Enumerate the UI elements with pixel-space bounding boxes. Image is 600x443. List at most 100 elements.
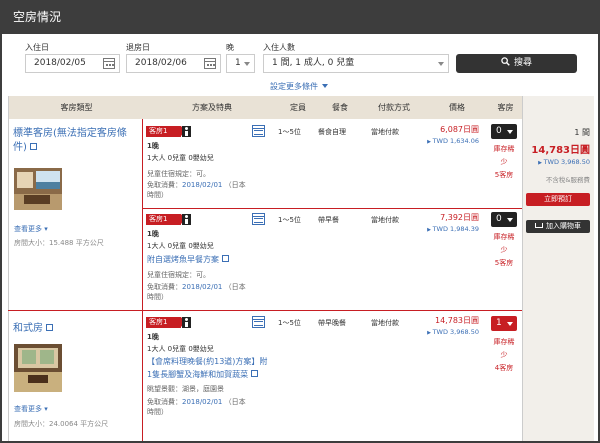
room-photo[interactable]	[14, 344, 62, 392]
total-price: 14,783日圓	[531, 145, 590, 156]
add-to-cart-label: 加入購物車	[546, 222, 581, 230]
plan-column-divider	[142, 119, 143, 441]
stock-rare-line2: 少	[500, 246, 508, 254]
calendar-grid-icon[interactable]	[252, 213, 265, 225]
checkout-value: 2018/02/06	[135, 58, 187, 68]
plan-payment: 當地付款	[371, 128, 399, 136]
stock-rare-line1: 庫存稀	[493, 233, 515, 241]
plan-guests: 1大人 0兒童 0嬰幼兒	[147, 345, 214, 353]
room-quantity-select[interactable]: 0	[491, 124, 517, 139]
stock-rare-line2: 少	[500, 158, 508, 166]
book-now-button[interactable]: 立即預訂	[526, 193, 590, 206]
search-icon	[501, 57, 510, 66]
guests-label: 入住人數	[263, 43, 295, 52]
stock-remaining: 5客房	[494, 171, 514, 179]
plan-name-link[interactable]: 1隻長腳蟹及海鮮和加賀蔬菜	[147, 369, 259, 380]
plan-name-link[interactable]: 附自選烤魚早餐方案	[147, 254, 229, 265]
plan-price: 14,783日圓	[435, 316, 479, 325]
nights-label: 晚	[226, 43, 234, 52]
room-name-link[interactable]: 和式房	[13, 322, 139, 336]
plan-price-twd-value: TWD 1,984.39	[432, 225, 479, 233]
see-more-link[interactable]: 查看更多 ▾	[14, 404, 48, 414]
plan-price-twd-value: TWD 3,968.50	[432, 328, 479, 336]
stock-rare-line2: 少	[500, 351, 508, 359]
child-policy: 兒童住宿規定：可。	[147, 271, 210, 279]
external-link-icon	[29, 143, 37, 150]
more-conditions-link[interactable]: 設定更多條件	[270, 81, 328, 92]
plan-capacity: 1～5位	[278, 319, 301, 327]
free-cancel: 免取消費：2018/02/01 （日本時間）	[147, 180, 247, 200]
plan-name-link[interactable]: 【會席料理晚餐(約13道)方案】附	[147, 356, 267, 367]
search-button[interactable]: 搜尋	[456, 54, 577, 73]
tax-note: 不含稅&服務費	[545, 176, 590, 184]
plan-name-text: 附自選烤魚早餐方案	[147, 255, 219, 264]
checkin-label: 入住日	[25, 43, 49, 52]
child-policy: 兒童住宿規定：可。	[147, 170, 210, 178]
page-frame: 空房情況 入住日 2018/02/05 退房日 2018/02/06 晚 1 入…	[0, 0, 600, 443]
add-to-cart-button[interactable]: 加入購物車	[526, 220, 590, 233]
plan-nights: 1晚	[147, 333, 159, 341]
plan-payment: 當地付款	[371, 216, 399, 224]
plan-capacity: 1～5位	[278, 216, 301, 224]
room-name-text: 和式房	[13, 323, 43, 334]
calendar-icon[interactable]	[204, 58, 216, 69]
checkin-field[interactable]: 2018/02/05	[25, 54, 120, 73]
room-badge: 客房1	[146, 126, 185, 137]
col-header-capacity: 定員	[290, 103, 306, 112]
free-cancel: 免取消費：2018/02/01 （日本時間）	[147, 397, 247, 417]
plan-guests: 1大人 0兒童 0嬰幼兒	[147, 154, 214, 162]
calendar-grid-icon[interactable]	[252, 125, 265, 137]
plan-nights: 1晚	[147, 142, 159, 150]
view-info: 眺望景觀：湖景，庭園景	[147, 385, 224, 393]
free-cancel: 免取消費：2018/02/01 （日本時間）	[147, 282, 247, 302]
plan-price: 7,392日圓	[440, 213, 479, 222]
checkin-value: 2018/02/05	[34, 58, 86, 68]
see-more-link[interactable]: 查看更多 ▾	[14, 224, 48, 234]
stock-rare-line1: 庫存稀	[493, 145, 515, 153]
nights-value: 1	[235, 58, 241, 68]
checkout-label: 退房日	[126, 43, 150, 52]
calendar-icon[interactable]	[103, 58, 115, 69]
plan-price-twd-value: TWD 1,634.06	[432, 137, 479, 145]
room-name-link[interactable]: 標準客房(無法指定客房條件)	[13, 127, 139, 155]
room-row-divider	[8, 310, 522, 311]
chevron-down-icon	[244, 62, 250, 66]
calendar-grid-icon[interactable]	[252, 316, 265, 328]
room-badge: 客房1	[146, 214, 185, 225]
plan-guests: 1大人 0兒童 0嬰幼兒	[147, 242, 214, 250]
col-header-price: 價格	[449, 103, 465, 112]
stock-remaining: 4客房	[494, 364, 514, 372]
person-icon	[182, 214, 191, 225]
total-price-twd-value: TWD 3,968.50	[543, 158, 590, 166]
plan-capacity: 1～5位	[278, 128, 301, 136]
page-title: 空房情況	[2, 0, 598, 34]
nights-select[interactable]: 1	[226, 54, 255, 73]
plan-meal: 餐食自理	[318, 128, 346, 136]
room-quantity-select[interactable]: 1	[491, 316, 517, 331]
checkout-field[interactable]: 2018/02/06	[126, 54, 221, 73]
plan-name-text: 1隻長腳蟹及海鮮和加賀蔬菜	[147, 370, 249, 379]
room-quantity-select[interactable]: 0	[491, 212, 517, 227]
plan-meal: 帶早餐	[318, 216, 339, 224]
plan-row-divider	[142, 208, 522, 209]
chevron-down-icon	[438, 62, 444, 66]
cart-icon	[535, 223, 543, 228]
plan-price-twd: ▶ TWD 1,984.39	[427, 225, 479, 233]
external-link-icon	[46, 324, 53, 331]
guests-select[interactable]: 1 間, 1 成人, 0 兒童	[263, 54, 449, 73]
col-header-plan: 方案及特典	[192, 103, 232, 112]
table-header: 客房類型 方案及特典 定員 餐食 付款方式 價格 客房	[8, 96, 522, 119]
plan-price-twd: ▶ TWD 1,634.06	[427, 137, 479, 145]
col-header-meal: 餐食	[332, 103, 348, 112]
plan-price: 6,087日圓	[440, 125, 479, 134]
free-cancel-label: 免取消費：	[147, 398, 182, 406]
free-cancel-date: 2018/02/01	[182, 398, 223, 406]
col-header-payment: 付款方式	[378, 103, 410, 112]
plan-meal: 帶早晚餐	[318, 319, 346, 327]
free-cancel-date: 2018/02/01	[182, 181, 223, 189]
stock-rare-line1: 庫存稀	[493, 338, 515, 346]
room-size: 房間大小：24.0064 平方公尺	[14, 420, 109, 428]
person-icon	[182, 126, 191, 137]
room-photo[interactable]	[14, 168, 62, 210]
col-header-rooms: 客房	[497, 103, 514, 112]
